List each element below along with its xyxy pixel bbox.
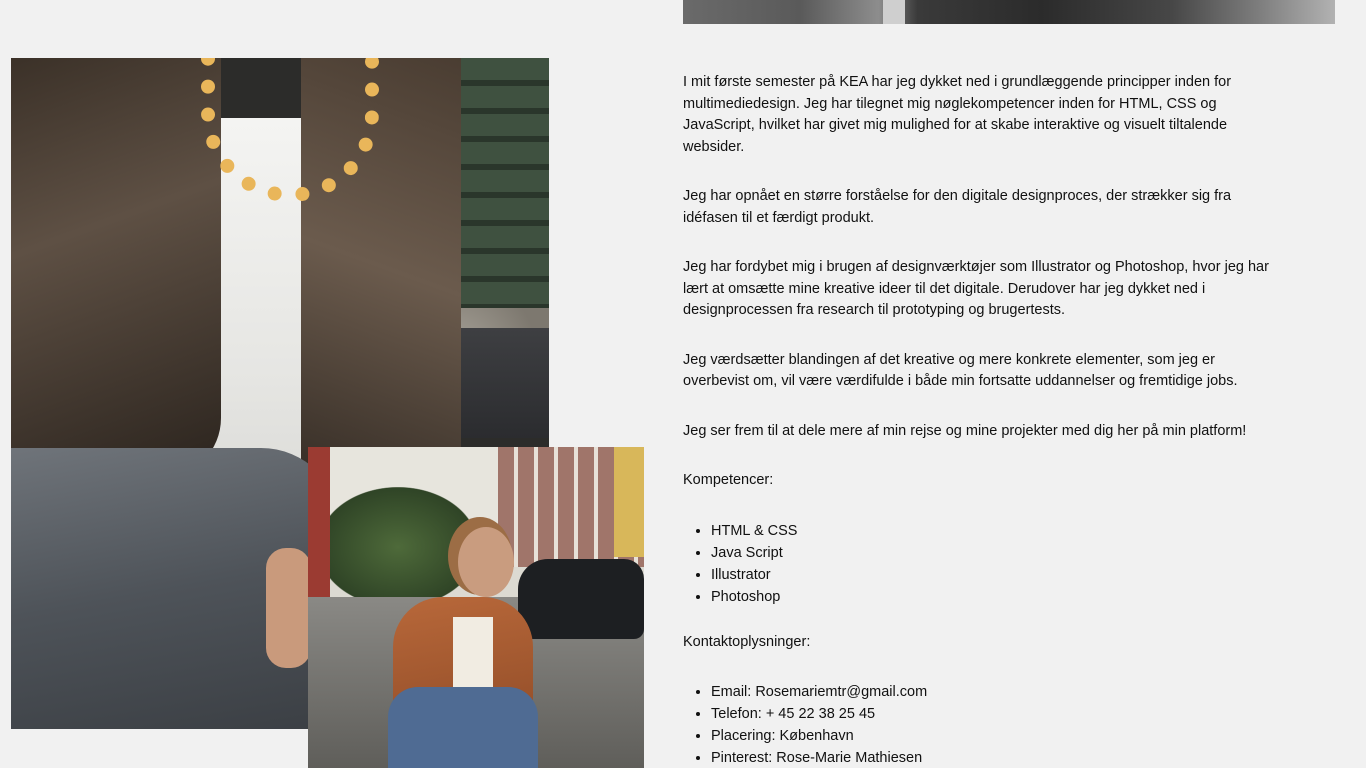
competences-list: HTML & CSS Java Script Illustrator Photo… (683, 520, 1283, 608)
about-paragraph: Jeg har opnået en større forståelse for … (683, 188, 1232, 226)
list-item: HTML & CSS (711, 520, 1283, 542)
about-paragraph: I mit første semester på KEA har jeg dyk… (683, 74, 1232, 155)
about-paragraph: Jeg værdsætter blandingen af det kreativ… (683, 351, 1238, 390)
competences-heading: Kompetencer: (683, 472, 774, 488)
list-item: Java Script (711, 542, 1283, 564)
contact-email: Email: Rosemariemtr@gmail.com (711, 681, 1283, 703)
contact-pinterest: Pinterest: Rose-Marie Mathiesen (711, 747, 1283, 768)
contact-location: Placering: København (711, 725, 1283, 747)
page: I mit første semester på KEA har jeg dyk… (0, 0, 1366, 768)
top-photo-strip (683, 0, 1335, 24)
about-text-column: I mit første semester på KEA har jeg dyk… (683, 72, 1283, 768)
portrait-photo-street (308, 447, 644, 768)
contact-phone: Telefon: + 45 22 38 25 45 (711, 703, 1283, 725)
contact-list: Email: Rosemariemtr@gmail.com Telefon: +… (683, 681, 1283, 768)
list-item: Photoshop (711, 586, 1283, 608)
about-paragraph: Jeg har fordybet mig i brugen af designv… (683, 259, 1269, 318)
list-item: Illustrator (711, 564, 1283, 586)
contact-heading: Kontaktoplysninger: (683, 633, 811, 650)
about-paragraph: Jeg ser frem til at dele mere af min rej… (683, 422, 1247, 439)
